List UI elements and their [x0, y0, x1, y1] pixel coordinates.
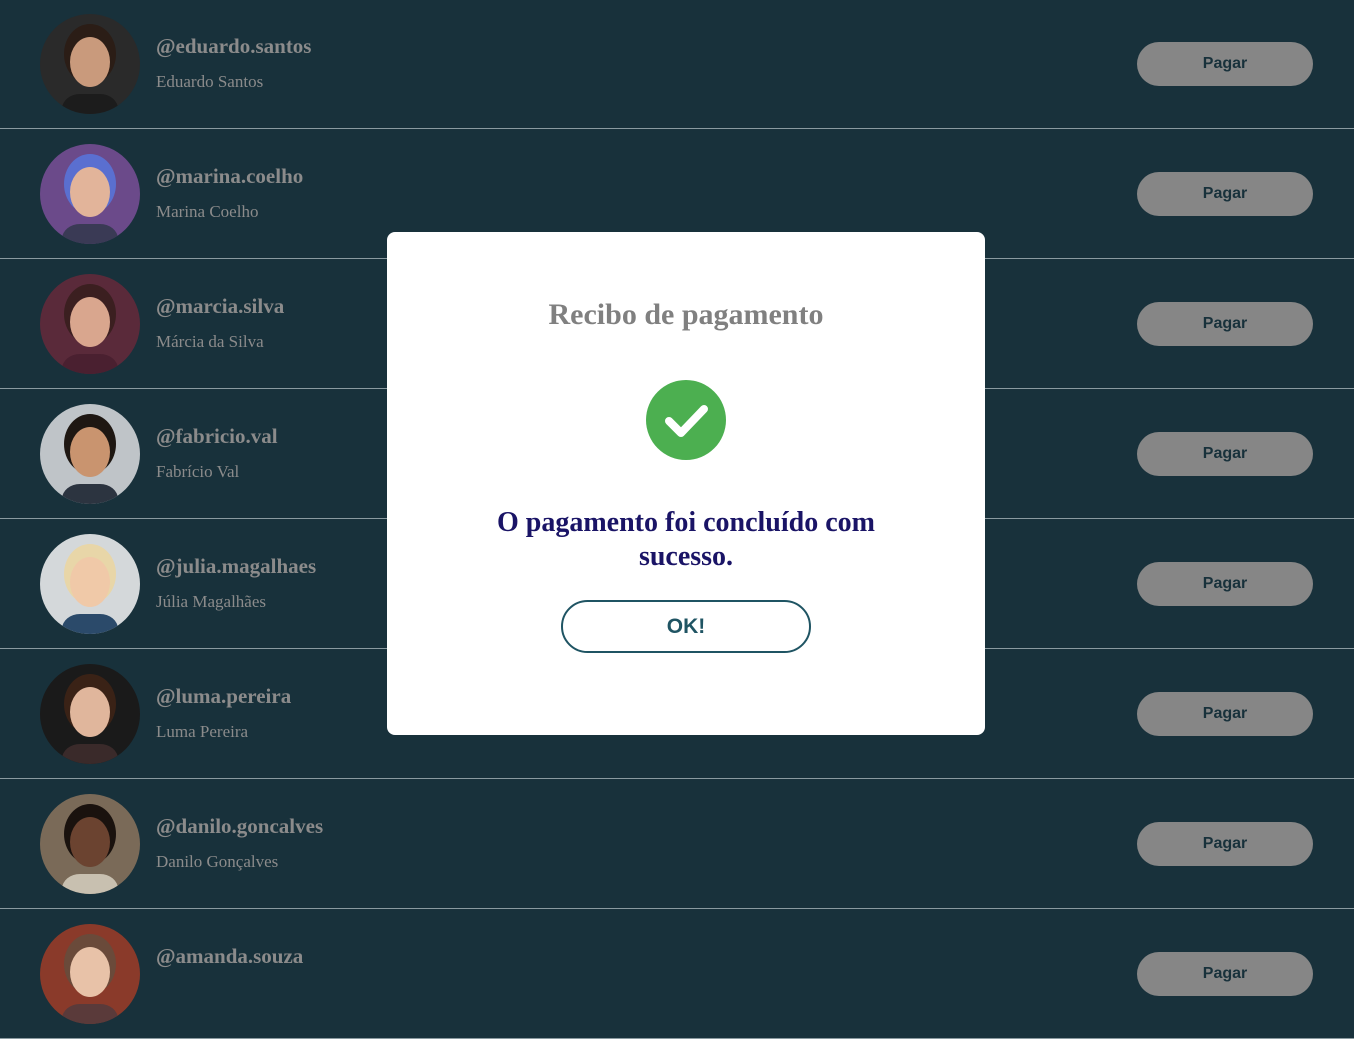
contact-handle: @fabricio.val	[156, 424, 278, 448]
contact-handle: @luma.pereira	[156, 684, 292, 708]
contact-name: Márcia da Silva	[156, 332, 264, 351]
contact-handle: @amanda.souza	[156, 944, 304, 968]
pay-button[interactable]: Pagar	[1137, 432, 1313, 476]
ok-button[interactable]: OK!	[561, 600, 811, 653]
pay-button[interactable]: Pagar	[1137, 692, 1313, 736]
contact-name: Fabrício Val	[156, 462, 240, 481]
contact-name: Marina Coelho	[156, 202, 259, 221]
contact-name: Danilo Gonçalves	[156, 852, 279, 871]
pay-button[interactable]: Pagar	[1137, 42, 1313, 86]
contact-handle: @marcia.silva	[156, 294, 285, 318]
check-circle-icon	[646, 380, 726, 460]
avatar	[40, 144, 140, 244]
contact-name: Júlia Magalhães	[156, 592, 266, 611]
pay-button[interactable]: Pagar	[1137, 172, 1313, 216]
pay-button[interactable]: Pagar	[1137, 562, 1313, 606]
pay-button[interactable]: Pagar	[1137, 952, 1313, 996]
success-message: O pagamento foi concluído com sucesso.	[497, 507, 875, 572]
contact-handle: @danilo.goncalves	[156, 814, 324, 838]
contact-row: @danilo.goncalves Danilo Gonçalves Pagar	[0, 780, 1354, 909]
avatar	[40, 404, 140, 504]
contact-handle: @marina.coelho	[156, 164, 304, 188]
payment-receipt-modal: Recibo de pagamento O pagamento foi conc…	[387, 232, 985, 735]
contact-name: Eduardo Santos	[156, 72, 264, 91]
modal-title: Recibo de pagamento	[548, 298, 824, 331]
avatar	[40, 14, 140, 114]
avatar	[40, 794, 140, 894]
pay-button[interactable]: Pagar	[1137, 302, 1313, 346]
pay-button[interactable]: Pagar	[1137, 822, 1313, 866]
contact-handle: @eduardo.santos	[156, 34, 312, 58]
contact-row: @eduardo.santos Eduardo Santos Pagar	[0, 0, 1354, 129]
avatar	[40, 534, 140, 634]
contact-name: Luma Pereira	[156, 722, 249, 741]
avatar	[40, 924, 140, 1024]
avatar	[40, 274, 140, 374]
avatar	[40, 664, 140, 764]
contact-row: @amanda.souza Pagar	[0, 910, 1354, 1039]
contact-handle: @julia.magalhaes	[156, 554, 317, 578]
